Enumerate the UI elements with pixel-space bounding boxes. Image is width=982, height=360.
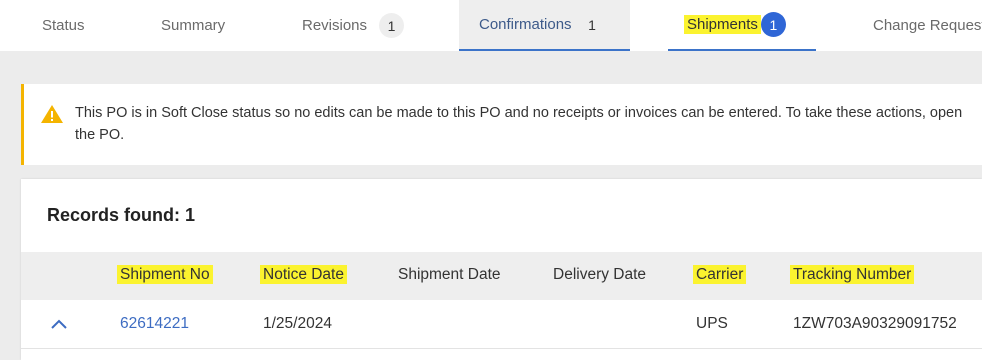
table-header: Shipment No Notice Date Shipment Date De… xyxy=(21,252,982,300)
column-header-tracking-number-label: Tracking Number xyxy=(790,265,915,284)
tab-summary[interactable]: Summary xyxy=(161,0,225,51)
tab-bar: Status Summary Revisions 1 Confirmations… xyxy=(0,0,982,51)
records-found-label: Records found: 1 xyxy=(47,205,196,225)
column-header-shipment-no[interactable]: Shipment No xyxy=(117,265,213,284)
alert-message: This PO is in Soft Close status so no ed… xyxy=(75,105,963,143)
tab-confirmations-count-badge: 1 xyxy=(588,16,596,33)
column-header-delivery-date-label: Delivery Date xyxy=(553,266,647,283)
column-header-carrier[interactable]: Carrier xyxy=(693,265,747,284)
column-header-notice-date[interactable]: Notice Date xyxy=(260,265,347,284)
tab-shipments[interactable]: Shipments 1 xyxy=(668,0,816,51)
column-header-notice-date-label: Notice Date xyxy=(260,265,347,284)
notice-date-cell: 1/25/2024 xyxy=(263,315,332,332)
chevron-up-icon[interactable] xyxy=(50,318,68,330)
tab-status[interactable]: Status xyxy=(42,0,85,51)
column-header-tracking-number[interactable]: Tracking Number xyxy=(790,265,915,284)
tab-revisions[interactable]: Revisions 1 xyxy=(302,0,405,51)
tab-change-request[interactable]: Change Request xyxy=(873,0,982,51)
tracking-number-cell: 1ZW703A90329091752 xyxy=(793,315,957,332)
tab-shipments-label: Shipments xyxy=(684,15,761,34)
column-header-shipment-date[interactable]: Shipment Date xyxy=(398,266,501,284)
tab-summary-label: Summary xyxy=(161,17,226,34)
column-header-delivery-date[interactable]: Delivery Date xyxy=(553,266,646,284)
column-header-carrier-label: Carrier xyxy=(693,265,747,284)
column-header-shipment-date-label: Shipment Date xyxy=(398,266,501,283)
tab-status-label: Status xyxy=(42,17,85,34)
shipment-no-link[interactable]: 62614221 xyxy=(120,315,189,333)
tab-confirmations[interactable]: Confirmations 1 xyxy=(459,0,630,51)
tab-shipments-count-badge: 1 xyxy=(760,12,786,37)
tab-revisions-count-badge: 1 xyxy=(379,13,405,38)
tab-confirmations-label: Confirmations xyxy=(479,16,572,33)
shipments-card: Records found: 1 Shipment No Notice Date… xyxy=(21,179,982,360)
tab-revisions-label: Revisions xyxy=(302,17,368,34)
soft-close-alert: This PO is in Soft Close status so no ed… xyxy=(21,84,982,165)
carrier-cell: UPS xyxy=(696,315,728,332)
column-header-shipment-no-label: Shipment No xyxy=(117,265,213,284)
tab-change-request-label: Change Request xyxy=(873,17,982,34)
warning-icon xyxy=(41,105,63,123)
table-row: 62614221 1/25/2024 UPS 1ZW703A9032909175… xyxy=(21,300,982,349)
